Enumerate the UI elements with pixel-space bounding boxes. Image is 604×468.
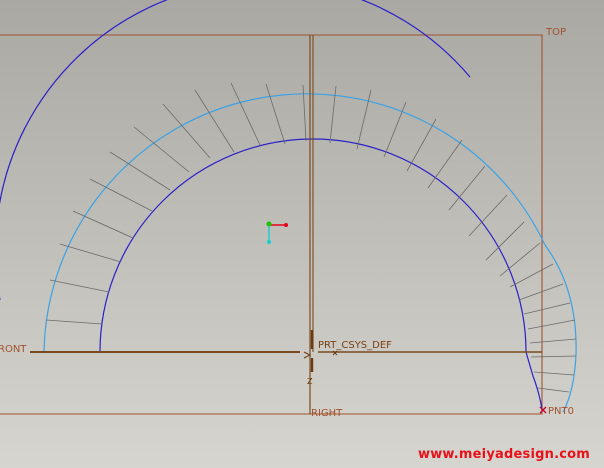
datum-plane-front[interactable]: RONT [0, 344, 542, 355]
model-graphics-window[interactable]: TOP RIGHT RONT PRT_CSYS_DEF Z PNT0 www.m… [0, 0, 604, 468]
csys-z-axis-label: Z [307, 377, 313, 386]
inner-curve-continuation[interactable] [525, 351, 543, 411]
csys-label: PRT_CSYS_DEF [318, 340, 392, 351]
surface-outer-edge-continuation[interactable] [544, 244, 577, 413]
datum-plane-front-label: RONT [0, 344, 27, 355]
datum-plane-right[interactable]: RIGHT [309, 35, 343, 419]
site-watermark: www.meiyadesign.com [417, 447, 590, 462]
surface-outer-edge[interactable] [43, 93, 546, 353]
outer-sketch-curve[interactable] [0, 0, 471, 300]
datum-point-x-icon [539, 406, 547, 414]
model-canvas[interactable]: TOP RIGHT RONT PRT_CSYS_DEF Z PNT0 [0, 0, 604, 468]
datum-plane-top-label: TOP [545, 27, 566, 38]
csys-default[interactable]: PRT_CSYS_DEF Z [303, 340, 392, 386]
datum-point-pnt0[interactable]: PNT0 [539, 406, 574, 417]
datum-point-label: PNT0 [548, 406, 574, 417]
spin-center-icon [266, 221, 288, 244]
datum-plane-right-label: RIGHT [311, 408, 343, 419]
